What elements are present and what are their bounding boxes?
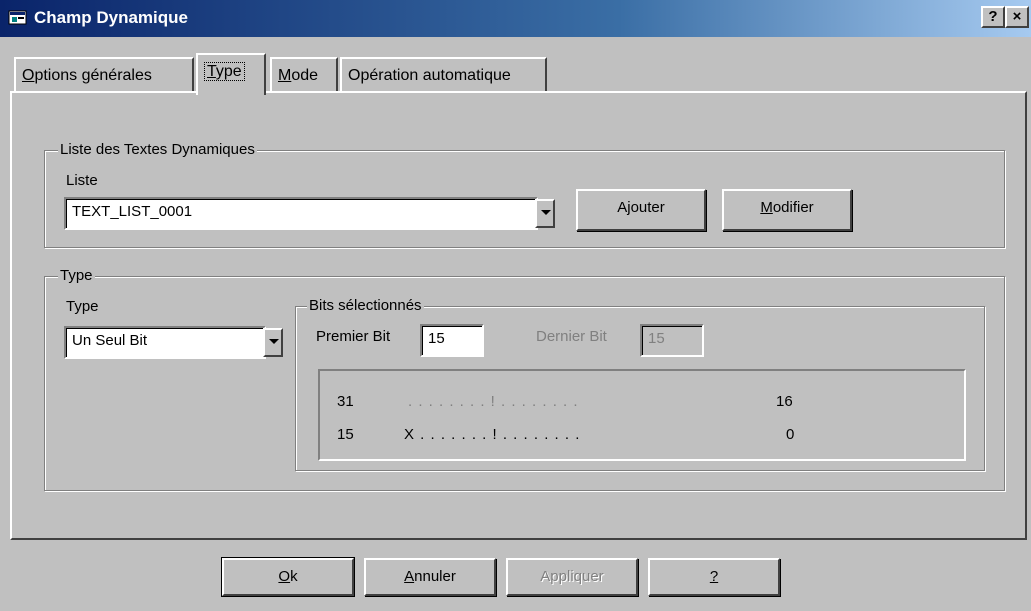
chevron-down-icon[interactable] bbox=[263, 328, 283, 357]
bit-row-high-marks: . . . . . . . . ! . . . . . . . . bbox=[408, 393, 579, 410]
tab-operation-automatique[interactable]: Opération automatique bbox=[340, 57, 547, 92]
list-label: Liste bbox=[66, 172, 98, 189]
list-combobox[interactable]: TEXT_LIST_0001 bbox=[64, 197, 538, 230]
last-bit-label: Dernier Bit bbox=[536, 328, 607, 345]
type-combobox[interactable]: Un Seul Bit bbox=[64, 326, 266, 359]
tab-type[interactable]: Type bbox=[196, 53, 266, 95]
tab-label: Mode bbox=[278, 67, 319, 84]
bit-row-high-end: 16 bbox=[776, 393, 793, 410]
bit-row-low-marks: X . . . . . . . ! . . . . . . . . bbox=[404, 426, 581, 443]
first-bit-label: Premier Bit bbox=[316, 328, 391, 345]
chevron-down-icon[interactable] bbox=[535, 199, 555, 228]
ok-button[interactable]: Ok bbox=[221, 557, 355, 597]
apply-button: Appliquer bbox=[506, 558, 638, 596]
tab-options-generales[interactable]: Options générales bbox=[14, 57, 194, 92]
type-label: Type bbox=[66, 298, 99, 315]
group-label: Liste des Textes Dynamiques bbox=[58, 141, 257, 159]
group-label: Bits sélectionnés bbox=[307, 297, 424, 315]
bit-row-high-start: 31 bbox=[337, 393, 354, 410]
app-icon bbox=[8, 10, 27, 25]
bit-row-low-start: 15 bbox=[337, 426, 354, 443]
help-title-button[interactable]: ? bbox=[981, 6, 1005, 28]
cancel-button[interactable]: Annuler bbox=[364, 558, 496, 596]
last-bit-field: 15 bbox=[640, 324, 704, 357]
tab-mode[interactable]: Mode bbox=[270, 57, 338, 92]
first-bit-field[interactable]: 15 bbox=[420, 324, 484, 357]
tab-label: Type bbox=[204, 62, 245, 81]
add-button[interactable]: Ajouter bbox=[576, 189, 706, 231]
close-icon[interactable]: × bbox=[1005, 6, 1029, 28]
help-button[interactable]: ? bbox=[648, 558, 780, 596]
window-title: Champ Dynamique bbox=[34, 8, 188, 27]
bit-map-display bbox=[318, 369, 966, 461]
tab-label: Options générales bbox=[22, 67, 152, 84]
modify-button[interactable]: Modifier bbox=[722, 189, 852, 231]
bit-row-low-end: 0 bbox=[786, 426, 795, 443]
tab-label: Opération automatique bbox=[348, 67, 511, 84]
group-label: Type bbox=[58, 267, 95, 285]
